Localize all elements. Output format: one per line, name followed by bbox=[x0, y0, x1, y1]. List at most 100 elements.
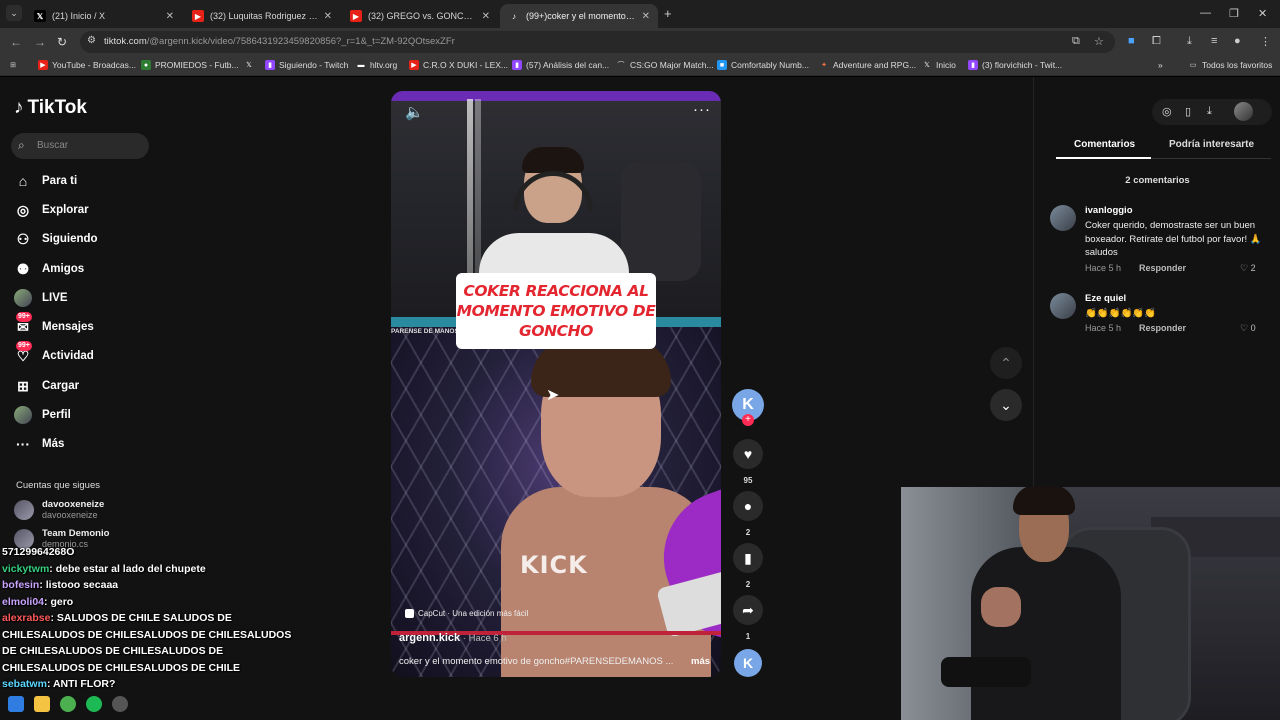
bookmark-item[interactable]: ▮ (57) Análisis del can... bbox=[512, 60, 609, 70]
download-icon[interactable]: ⤓ bbox=[1187, 35, 1192, 48]
video-author[interactable]: argenn.kick · Hace 6 h bbox=[399, 632, 507, 644]
chrome-icon[interactable] bbox=[60, 696, 76, 712]
nav-explorar[interactable]: ◎ Explorar bbox=[14, 199, 154, 221]
video-player[interactable]: PARENSE DE MANOS COKER REACCIONA AL MOME… bbox=[391, 91, 721, 677]
comment-like-button[interactable]: ♡ 2 bbox=[1240, 263, 1256, 274]
following-account[interactable]: davooxeneize davooxeneize bbox=[14, 499, 104, 521]
browser-tab[interactable]: ▶ (32) Luquitas Rodriguez - YouTube ✕ bbox=[184, 4, 340, 28]
bookmark-item[interactable]: ▮ Siguiendo - Twitch bbox=[265, 60, 348, 70]
like-button[interactable]: ♥ bbox=[733, 439, 763, 469]
download-icon[interactable]: ⤓ bbox=[1207, 105, 1212, 118]
new-tab-icon[interactable]: + bbox=[664, 6, 672, 21]
more-button[interactable]: más bbox=[691, 656, 710, 667]
avatar[interactable] bbox=[1050, 205, 1076, 231]
comment-username[interactable]: Eze quiel bbox=[1085, 293, 1126, 304]
restore-icon[interactable]: ❐ bbox=[1229, 7, 1239, 20]
nav-para-ti[interactable]: ⌂ Para ti bbox=[14, 170, 154, 192]
close-tab-icon[interactable]: ✕ bbox=[482, 11, 490, 22]
app-icon[interactable] bbox=[112, 696, 128, 712]
apps-icon[interactable]: ⊞ bbox=[8, 60, 18, 70]
comment-button[interactable]: ● bbox=[733, 491, 763, 521]
promiedos-icon: ● bbox=[141, 60, 151, 70]
previous-video-button[interactable]: ⌃ bbox=[990, 347, 1022, 379]
comment-username[interactable]: ivanloggio bbox=[1085, 205, 1133, 216]
reply-button[interactable]: Responder bbox=[1139, 323, 1186, 333]
bookmark-item[interactable]: ✦ Adventure and RPG... bbox=[819, 60, 916, 70]
bookmark-item[interactable]: 𝕏 Inicio bbox=[922, 60, 956, 70]
all-bookmarks-folder[interactable]: ▭ Todos los favoritos bbox=[1188, 60, 1273, 70]
hltv-icon: ▬ bbox=[356, 60, 366, 70]
bookmark-item[interactable]: ▬ hltv.org bbox=[356, 60, 397, 70]
bookmark-item[interactable]: ⌒ CS:GO Major Match... bbox=[616, 60, 714, 70]
device-icon[interactable]: ▯ bbox=[1185, 105, 1191, 118]
comment-item: Eze quiel 👏👏👏👏👏👏 Hace 5 h Responder ♡ 0 bbox=[1050, 293, 1275, 333]
header-actions: ◎ ▯ ⤓ bbox=[1152, 99, 1272, 125]
nav-mensajes[interactable]: ✉ 99+ Mensajes bbox=[14, 312, 154, 338]
unread-badge: 99+ bbox=[16, 341, 32, 351]
bookmark-item[interactable]: ■ Comfortably Numb... bbox=[717, 60, 809, 70]
search-input[interactable]: ⌕ Buscar bbox=[11, 133, 149, 159]
close-tab-icon[interactable]: ✕ bbox=[642, 11, 650, 22]
stream-chat-overlay: 57129964268O vickytwm: debe estar al lad… bbox=[2, 544, 302, 693]
volume-icon[interactable]: 🔈 bbox=[405, 103, 424, 121]
messages-icon: ✉ 99+ bbox=[16, 312, 32, 335]
nav-actividad[interactable]: ♡ 99+ Actividad bbox=[14, 341, 154, 367]
bookmark-star-icon[interactable]: ☆ bbox=[1094, 35, 1104, 48]
sound-avatar[interactable]: K bbox=[734, 649, 762, 677]
share-count: 1 bbox=[745, 632, 751, 641]
reply-button[interactable]: Responder bbox=[1139, 263, 1186, 273]
site-info-icon[interactable]: ⚙ bbox=[87, 35, 96, 46]
spotify-icon[interactable] bbox=[86, 696, 102, 712]
capcut-label[interactable]: CapCut · Una edición más fácil bbox=[405, 609, 528, 618]
bookmark-item[interactable]: ▮ (3) florvichich - Twit... bbox=[968, 60, 1062, 70]
back-icon[interactable]: ← bbox=[10, 35, 22, 49]
nav-mas[interactable]: ··· Más bbox=[14, 433, 154, 455]
compass-icon[interactable]: ◎ bbox=[1162, 105, 1172, 118]
extensions-puzzle-icon[interactable]: ⧠ bbox=[1152, 35, 1161, 48]
bookmarks-overflow-icon[interactable]: » bbox=[1158, 60, 1163, 70]
bookmark-item[interactable]: ▶ YouTube - Broadcas... bbox=[38, 60, 136, 70]
nav-live[interactable]: LIVE bbox=[14, 287, 154, 309]
chrome-menu-icon[interactable]: ⋮ bbox=[1260, 35, 1271, 48]
avatar[interactable] bbox=[1050, 293, 1076, 319]
more-options-icon[interactable]: ··· bbox=[693, 101, 711, 118]
browser-tab[interactable]: ▶ (32) GREGO vs. GONCHO | PAR ✕ bbox=[342, 4, 498, 28]
next-video-button[interactable]: ⌄ bbox=[990, 389, 1022, 421]
video-caption-overlay: COKER REACCIONA AL MOMENTO EMOTIVO DE GO… bbox=[456, 273, 656, 349]
tab-comentarios[interactable]: Comentarios bbox=[1074, 139, 1135, 150]
profile-avatar-icon[interactable]: ● bbox=[1234, 35, 1241, 47]
x-icon: 𝕏 bbox=[246, 62, 252, 69]
browser-tab[interactable]: 𝕏 (21) Inicio / X ✕ bbox=[26, 4, 182, 28]
tab-podria-interesarte[interactable]: Podría interesarte bbox=[1169, 139, 1254, 150]
close-window-icon[interactable]: ✕ bbox=[1258, 7, 1267, 20]
chevron-up-icon: ⌃ bbox=[1000, 354, 1012, 371]
save-button[interactable]: ▮ bbox=[733, 543, 763, 573]
close-tab-icon[interactable]: ✕ bbox=[166, 11, 174, 22]
user-avatar[interactable] bbox=[1234, 102, 1253, 124]
tiktok-logo[interactable]: ♪ TikTok bbox=[14, 97, 87, 119]
media-control-icon[interactable]: ≡ bbox=[1211, 35, 1217, 47]
forward-icon[interactable]: → bbox=[34, 35, 46, 49]
tab-search-button[interactable]: ⌄ bbox=[6, 5, 22, 21]
address-bar[interactable]: ⚙ tiktok.com/@argenn.kick/video/75864319… bbox=[80, 31, 1115, 53]
bookmark-item[interactable]: 𝕏 bbox=[244, 60, 258, 70]
reload-icon[interactable]: ↻ bbox=[57, 35, 67, 49]
windows-icon[interactable] bbox=[8, 696, 24, 712]
folder-icon[interactable] bbox=[34, 696, 50, 712]
extension-icon[interactable]: ■ bbox=[1128, 35, 1135, 47]
nav-amigos[interactable]: ⚉ Amigos bbox=[14, 258, 154, 280]
nav-cargar[interactable]: ⊞ Cargar bbox=[14, 375, 154, 397]
comment-like-button[interactable]: ♡ 0 bbox=[1240, 323, 1256, 334]
browser-tab-active[interactable]: ♪ (99+)coker y el momento emot ✕ bbox=[500, 4, 658, 28]
bookmark-item[interactable]: ▶ C.R.O X DUKI - LEX... bbox=[409, 60, 508, 70]
close-tab-icon[interactable]: ✕ bbox=[324, 11, 332, 22]
follow-plus-icon[interactable]: + bbox=[742, 414, 754, 426]
minimize-icon[interactable]: — bbox=[1200, 7, 1211, 19]
bookmark-item[interactable]: ● PROMIEDOS - Futb... bbox=[141, 60, 239, 70]
share-button[interactable]: ➦ bbox=[733, 595, 763, 625]
nav-siguiendo[interactable]: ⚇ Siguiendo bbox=[14, 228, 154, 250]
kick-watermark: KICK bbox=[520, 551, 588, 579]
install-app-icon[interactable]: ⧉ bbox=[1072, 35, 1080, 48]
comment-count: 2 bbox=[745, 528, 751, 537]
nav-perfil[interactable]: Perfil bbox=[14, 404, 154, 426]
